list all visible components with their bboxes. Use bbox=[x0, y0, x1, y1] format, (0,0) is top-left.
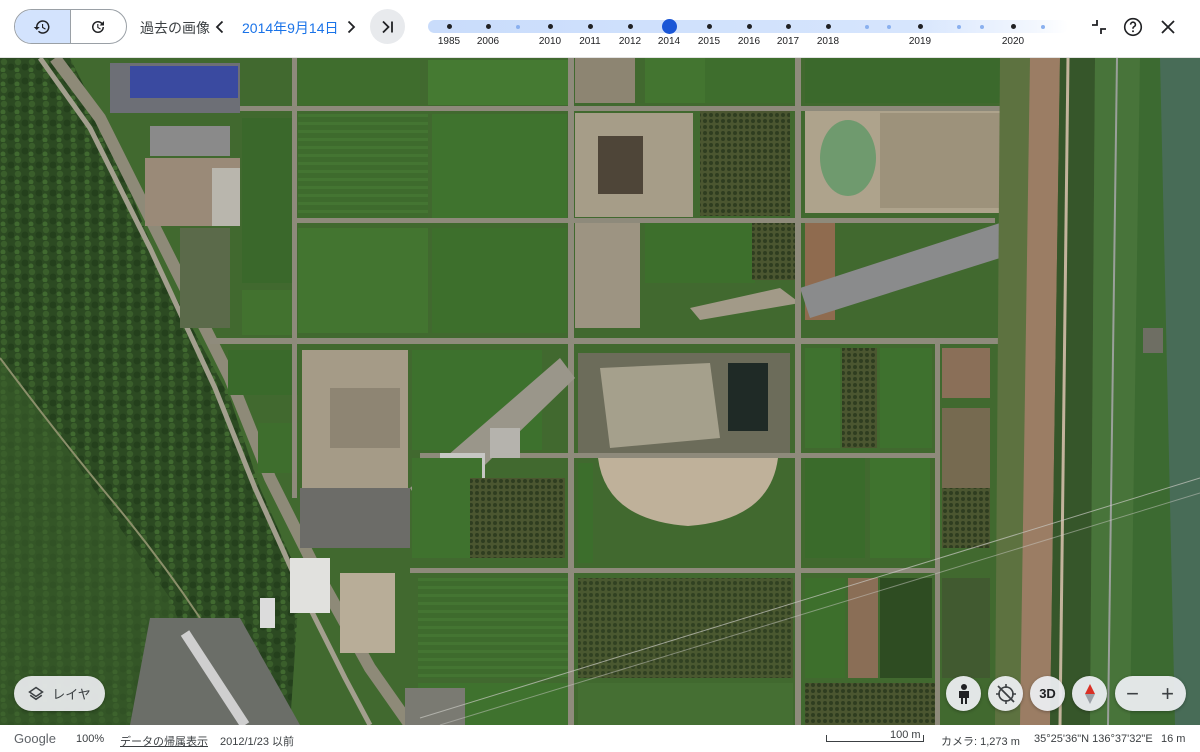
timeline-tick[interactable] bbox=[628, 24, 633, 29]
rotate-disabled-icon bbox=[995, 683, 1016, 704]
compass-button[interactable] bbox=[1072, 676, 1107, 711]
timeline-year-label[interactable]: 2017 bbox=[777, 36, 799, 47]
timeline-selected-marker[interactable] bbox=[662, 19, 677, 34]
zoom-level-text: 100% bbox=[76, 733, 105, 745]
imagery-timeline[interactable]: 1985 2006 2010 2011 2012 2014 2015 2016 2017 2018… bbox=[428, 18, 1068, 48]
timeline-year-label[interactable]: 2006 bbox=[477, 36, 499, 47]
timeline-minor-tick[interactable] bbox=[516, 25, 520, 29]
timeline-tick[interactable] bbox=[1011, 24, 1016, 29]
imagery-mode-toggle bbox=[14, 9, 127, 44]
3d-label: 3D bbox=[1039, 686, 1056, 701]
top-toolbar: 過去の画像 2014年9月14日 1985 2006 2010 2011 2012 201… bbox=[0, 0, 1200, 58]
data-attribution-link[interactable]: データの帰属表示 bbox=[120, 733, 208, 749]
timeline-tick[interactable] bbox=[747, 24, 752, 29]
tilt-off-button[interactable] bbox=[988, 676, 1023, 711]
layers-button[interactable]: レイヤ bbox=[14, 676, 105, 711]
close-button[interactable] bbox=[1156, 15, 1180, 39]
timeline-tick[interactable] bbox=[918, 24, 923, 29]
timeline-tick[interactable] bbox=[588, 24, 593, 29]
timeline-minor-tick[interactable] bbox=[865, 25, 869, 29]
timeline-year-label[interactable]: 2010 bbox=[539, 36, 561, 47]
selected-date-label[interactable]: 2014年9月14日 bbox=[242, 18, 339, 38]
timeline-year-label[interactable]: 2015 bbox=[698, 36, 720, 47]
timeline-year-label[interactable]: 2019 bbox=[909, 36, 931, 47]
timeline-tick[interactable] bbox=[786, 24, 791, 29]
previous-date-button[interactable] bbox=[210, 16, 230, 38]
timeline-tick[interactable] bbox=[486, 24, 491, 29]
compass-icon bbox=[1084, 683, 1095, 704]
satellite-map[interactable]: レイヤ 3D − + bbox=[0, 58, 1200, 725]
timeline-tick[interactable] bbox=[707, 24, 712, 29]
timeline-year-label[interactable]: 2012 bbox=[619, 36, 641, 47]
current-imagery-button[interactable] bbox=[71, 10, 127, 43]
layers-icon bbox=[28, 686, 45, 700]
timeline-year-label[interactable]: 2014 bbox=[658, 36, 680, 47]
chevron-left-icon bbox=[215, 20, 224, 34]
timeline-tick[interactable] bbox=[447, 24, 452, 29]
timeline-minor-tick[interactable] bbox=[1041, 25, 1045, 29]
close-icon bbox=[1161, 20, 1175, 34]
historical-imagery-button[interactable] bbox=[15, 10, 71, 43]
chevron-right-icon bbox=[347, 20, 356, 34]
historical-imagery-label: 過去の画像 bbox=[140, 20, 210, 36]
pegman-icon bbox=[958, 683, 969, 704]
timeline-tick[interactable] bbox=[548, 24, 553, 29]
status-bar: Google 100% データの帰属表示 2012/1/23 以前 100 m … bbox=[0, 725, 1200, 752]
timeline-year-label[interactable]: 2020 bbox=[1002, 36, 1024, 47]
satellite-imagery bbox=[0, 58, 1200, 725]
history-icon bbox=[34, 19, 50, 34]
zoom-out-button[interactable]: − bbox=[1115, 676, 1150, 711]
refresh-clock-icon bbox=[92, 20, 105, 33]
imagery-date-text: 2012/1/23 以前 bbox=[220, 736, 294, 748]
timeline-year-label[interactable]: 1985 bbox=[438, 36, 460, 47]
layers-label: レイヤ bbox=[52, 687, 91, 702]
scale-bar[interactable] bbox=[826, 735, 924, 742]
collapse-button[interactable] bbox=[1087, 15, 1111, 39]
elevation-text: 16 m bbox=[1161, 733, 1186, 745]
timeline-year-label[interactable]: 2016 bbox=[738, 36, 760, 47]
timeline-year-label[interactable]: 2018 bbox=[817, 36, 839, 47]
timeline-minor-tick[interactable] bbox=[887, 25, 891, 29]
help-button[interactable] bbox=[1121, 15, 1145, 39]
street-view-pegman-button[interactable] bbox=[946, 676, 981, 711]
collapse-icon bbox=[1092, 20, 1106, 34]
jump-to-latest-button[interactable] bbox=[370, 9, 405, 44]
help-icon bbox=[1123, 17, 1143, 37]
coordinates-text: 35°25'36"N 136°37'32"E bbox=[1034, 733, 1153, 745]
zoom-controls: − + bbox=[1115, 676, 1186, 711]
google-logo: Google bbox=[14, 731, 56, 746]
timeline-tick[interactable] bbox=[826, 24, 831, 29]
camera-altitude-text: カメラ: 1,273 m bbox=[941, 736, 1020, 748]
timeline-minor-tick[interactable] bbox=[980, 25, 984, 29]
3d-toggle-button[interactable]: 3D bbox=[1030, 676, 1065, 711]
skip-to-latest-icon bbox=[381, 20, 393, 33]
timeline-year-label[interactable]: 2011 bbox=[579, 36, 601, 47]
zoom-in-button[interactable]: + bbox=[1150, 676, 1185, 711]
timeline-minor-tick[interactable] bbox=[957, 25, 961, 29]
next-date-button[interactable] bbox=[341, 16, 361, 38]
